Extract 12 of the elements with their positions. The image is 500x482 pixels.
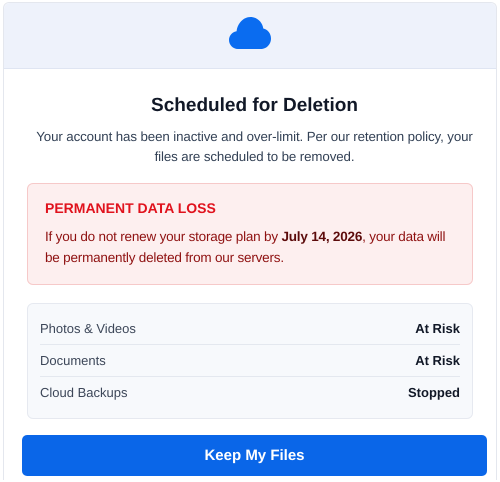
item-status: Stopped — [408, 385, 460, 400]
item-name: Photos & Videos — [40, 321, 136, 336]
item-name: Documents — [40, 353, 106, 368]
description: Your account has been inactive and over-limit. Per our retention policy, your files are scheduled to be removed. — [35, 128, 474, 166]
cloud-icon — [229, 16, 271, 48]
alert-title: PERMANENT DATA LOSS — [45, 200, 217, 216]
item-status: At Risk — [415, 353, 460, 368]
keep-files-button[interactable]: Keep My Files — [22, 435, 487, 476]
heading: Scheduled for Deletion — [150, 95, 359, 117]
item-name: Cloud Backups — [40, 385, 128, 400]
item-status: At Risk — [415, 321, 460, 336]
alert-message: If you do not renew your storage plan by July 14, 2026, your data will be permanently deleted from our servers. — [45, 228, 446, 267]
